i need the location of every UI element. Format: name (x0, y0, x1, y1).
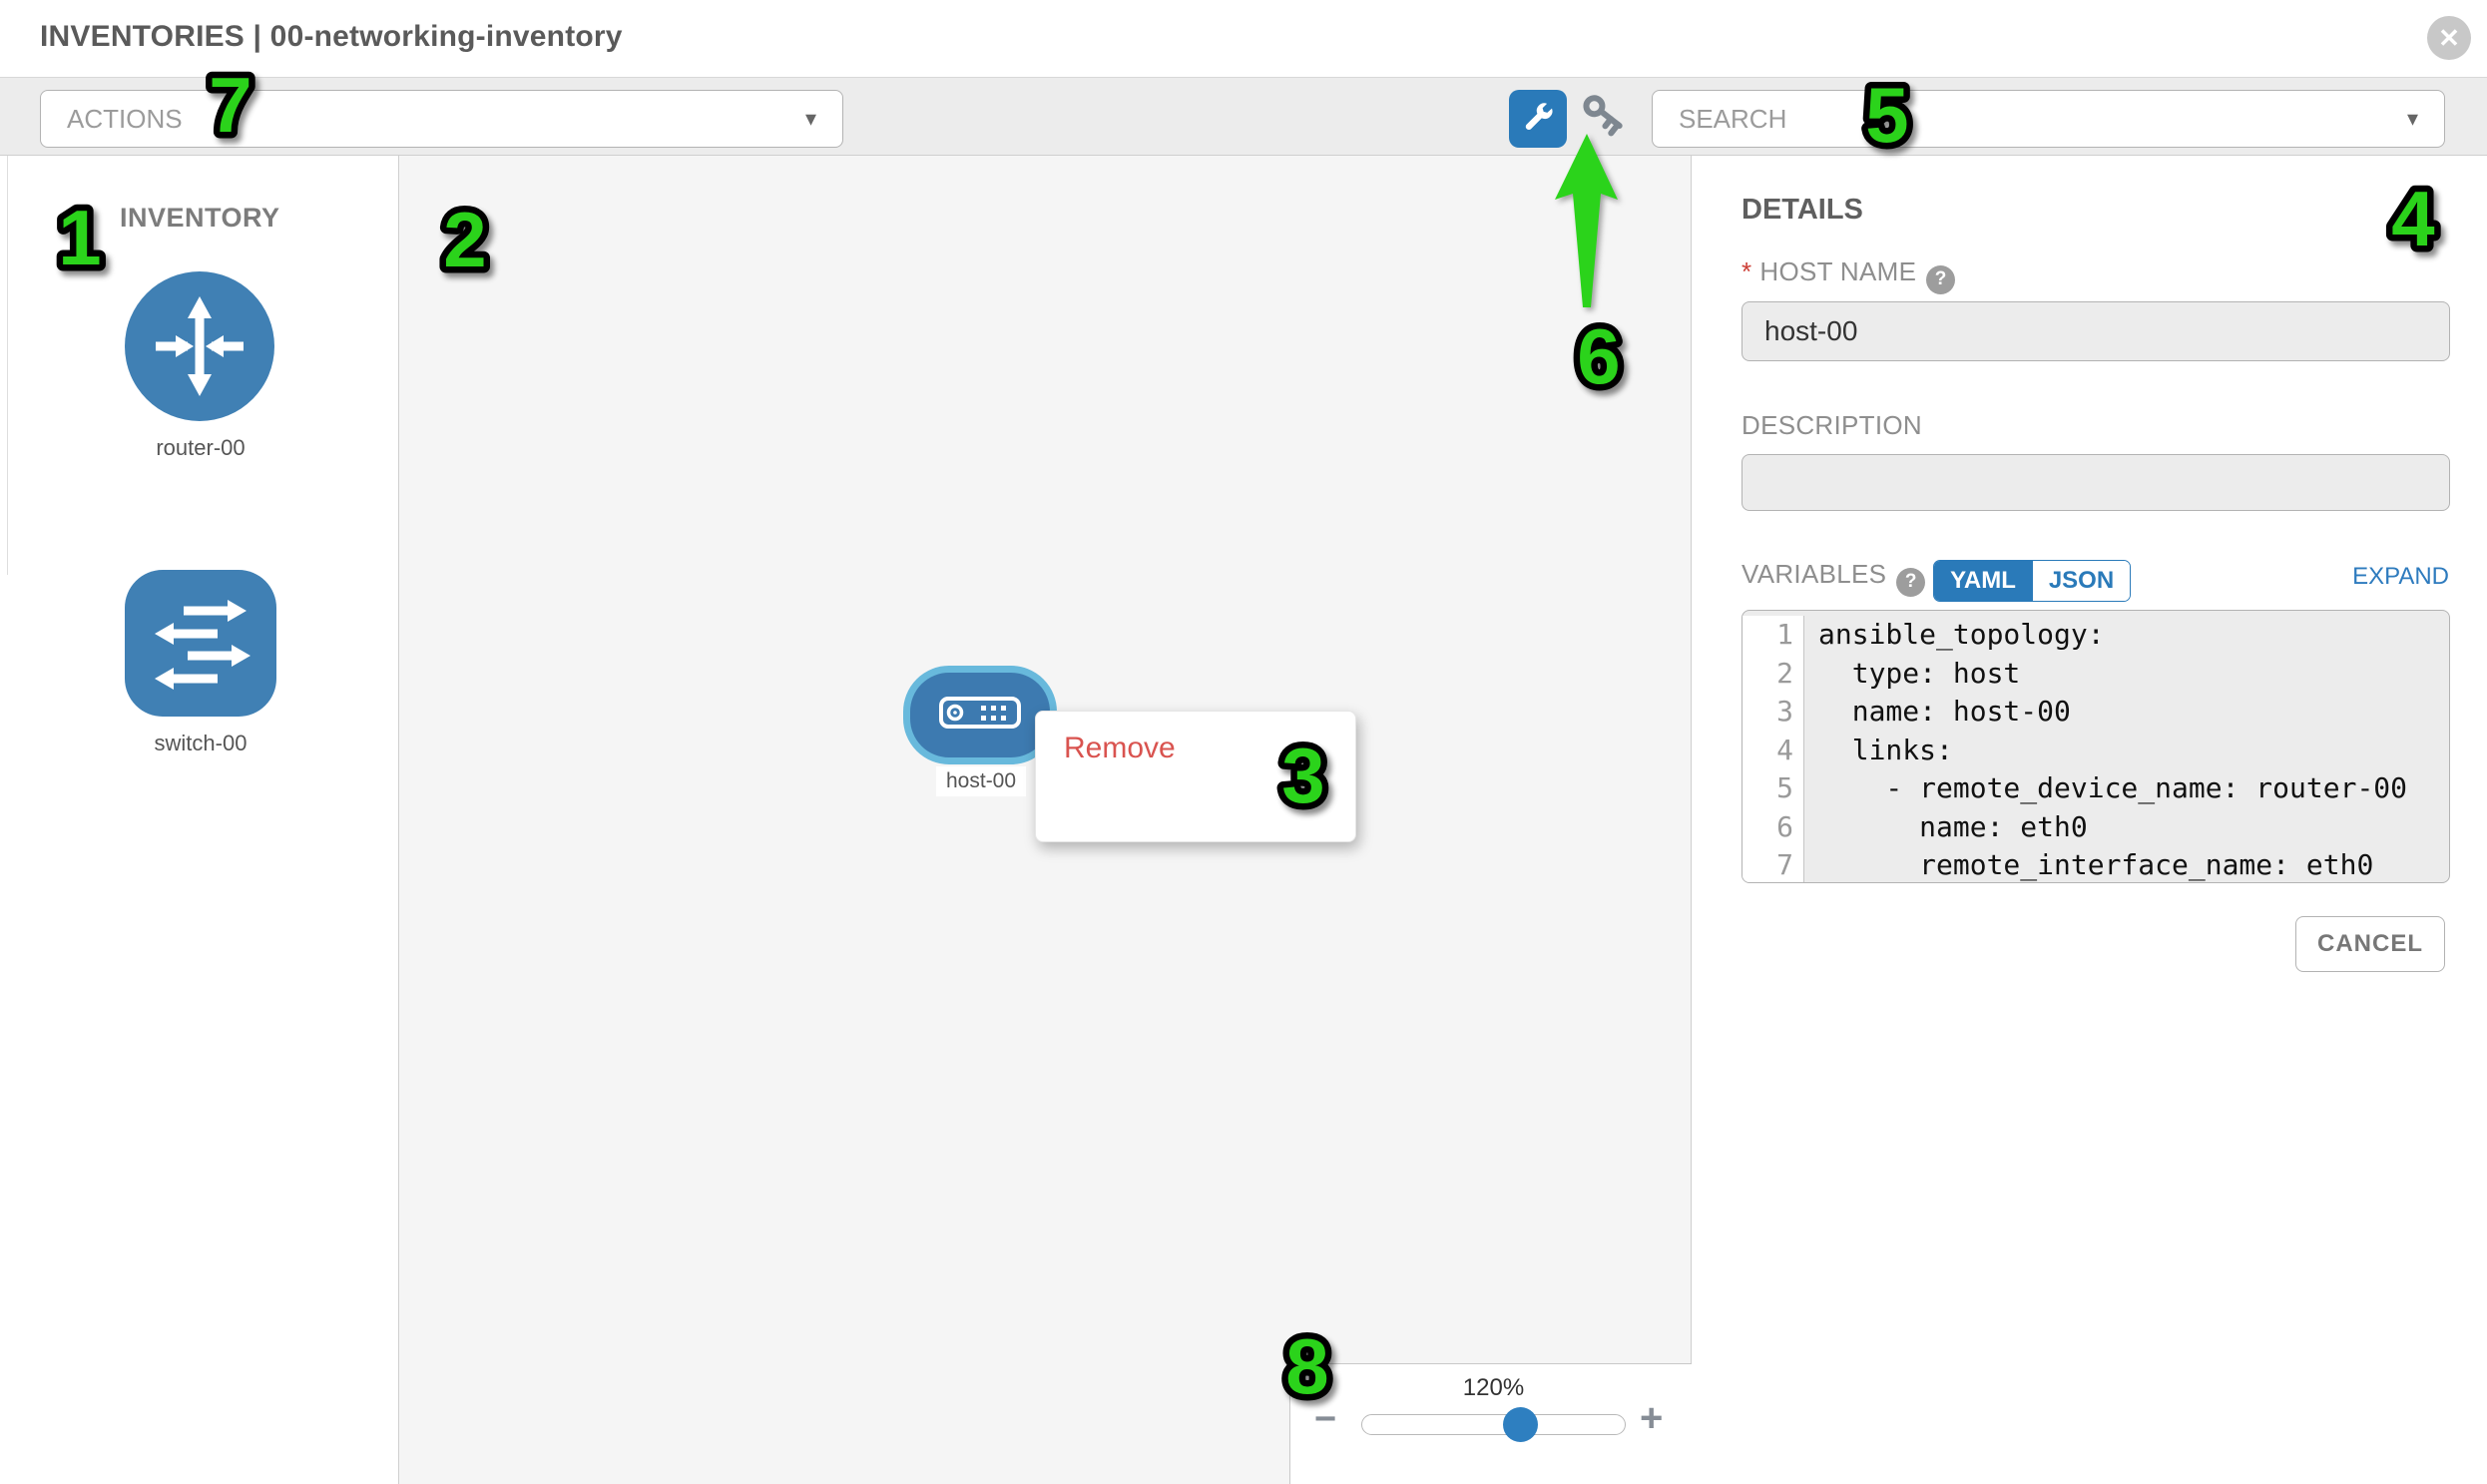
details-panel: DETAILS *HOST NAME? DESCRIPTION VARIABLE… (1693, 156, 2487, 1484)
palette-item-label: switch-00 (125, 731, 276, 756)
required-marker: * (1741, 256, 1751, 286)
description-label: DESCRIPTION (1741, 410, 1922, 441)
chevron-down-icon: ▾ (2407, 106, 2418, 132)
key-icon (1576, 97, 1626, 146)
editor-line: 7 remote_interface_name: eth0 (1742, 846, 2449, 883)
search-dropdown-placeholder: SEARCH (1679, 104, 1786, 135)
zoom-out-button[interactable]: − (1314, 1400, 1336, 1438)
variables-format-toggle: YAML JSON (1933, 560, 2131, 602)
variables-label: VARIABLES? (1741, 559, 1925, 597)
description-input[interactable] (1741, 454, 2450, 511)
inventory-sidebar: INVENTORY router-00 (0, 156, 399, 1484)
chevron-down-icon: ▾ (805, 106, 816, 132)
zoom-slider-thumb[interactable] (1503, 1407, 1538, 1442)
zoom-in-button[interactable]: + (1640, 1398, 1663, 1438)
expand-link[interactable]: EXPAND (2352, 563, 2449, 591)
cancel-button[interactable]: CANCEL (2295, 916, 2445, 972)
context-menu-item-remove[interactable]: Remove (1036, 722, 1355, 774)
palette-item-label: router-00 (125, 435, 276, 461)
host-node-selected[interactable] (903, 666, 1057, 764)
host-icon (939, 697, 1021, 734)
sidebar-edge-divider (7, 156, 8, 575)
host-name-input[interactable] (1741, 301, 2450, 361)
zoom-control: 120% − + (1289, 1363, 1692, 1484)
router-icon (125, 271, 274, 421)
variables-editor[interactable]: 1ansible_topology: 2 type: host 3 name: … (1741, 610, 2450, 883)
close-icon: ✕ (2438, 23, 2460, 54)
awx-network-inventory-window: INVENTORIES | 00-networking-inventory ✕ … (0, 0, 2487, 1484)
search-dropdown[interactable]: SEARCH ▾ (1652, 90, 2445, 148)
topology-canvas[interactable]: host-00 Details Remove 120% − + (399, 156, 1692, 1484)
node-context-menu: Details Remove (1035, 711, 1356, 842)
sidebar-heading: INVENTORY (120, 203, 280, 234)
host-name-label: *HOST NAME? (1741, 256, 1955, 294)
editor-line: 2 type: host (1742, 655, 2449, 694)
actions-dropdown[interactable]: ACTIONS ▾ (40, 90, 843, 148)
help-icon[interactable]: ? (1896, 568, 1925, 597)
toolbar: ACTIONS ▾ SEARCH ▾ (0, 77, 2487, 156)
toggle-yaml[interactable]: YAML (1934, 561, 2032, 601)
zoom-slider[interactable] (1361, 1414, 1626, 1435)
header: INVENTORIES | 00-networking-inventory ✕ (0, 0, 2487, 77)
tools-button[interactable] (1509, 90, 1567, 148)
switch-icon (125, 570, 276, 717)
details-heading: DETAILS (1741, 194, 1863, 227)
help-icon[interactable]: ? (1926, 265, 1955, 294)
close-button[interactable]: ✕ (2427, 16, 2471, 60)
editor-line: 5 - remote_device_name: router-00 (1742, 769, 2449, 808)
editor-line: 6 name: eth0 (1742, 808, 2449, 847)
zoom-level-value: 120% (1361, 1374, 1626, 1402)
page-title: INVENTORIES | 00-networking-inventory (40, 20, 623, 54)
editor-line: 1ansible_topology: (1742, 616, 2449, 655)
palette-item-router[interactable]: router-00 (125, 271, 276, 461)
palette-item-switch[interactable]: switch-00 (125, 570, 276, 756)
editor-line: 4 links: (1742, 732, 2449, 770)
editor-line: 3 name: host-00 (1742, 693, 2449, 732)
host-node-label: host-00 (936, 766, 1026, 796)
key-button[interactable] (1575, 98, 1627, 144)
actions-dropdown-placeholder: ACTIONS (67, 104, 183, 135)
toggle-json[interactable]: JSON (2032, 561, 2130, 601)
wrench-icon (1521, 100, 1555, 139)
